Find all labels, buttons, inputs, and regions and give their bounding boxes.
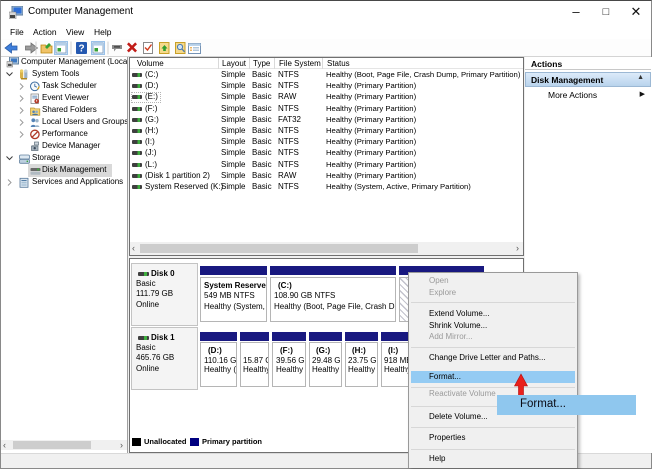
svg-text:?: ?: [78, 44, 84, 55]
